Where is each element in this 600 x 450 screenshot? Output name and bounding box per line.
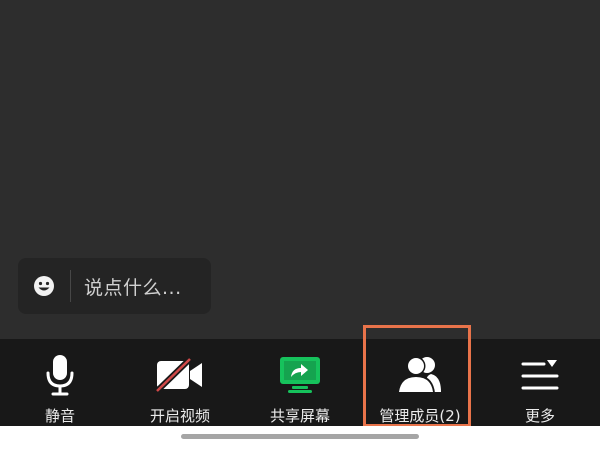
meeting-screen: 说点什么... 静音 开启视频 共享屏幕 管理成员(2) 更多 [0, 0, 600, 450]
more-menu-icon [521, 359, 559, 389]
share-screen-button[interactable]: 共享屏幕 [240, 339, 360, 426]
chat-divider [70, 270, 71, 302]
meeting-toolbar: 静音 开启视频 共享屏幕 管理成员(2) 更多 [0, 339, 600, 426]
start-video-button[interactable]: 开启视频 [120, 339, 240, 426]
video-camera-off-icon [154, 356, 202, 393]
mute-label: 静音 [44, 407, 75, 425]
start-video-label: 开启视频 [149, 407, 210, 425]
mute-button[interactable]: 静音 [0, 339, 120, 426]
share-screen-label: 共享屏幕 [269, 407, 330, 425]
more-label: 更多 [524, 407, 555, 425]
more-button[interactable]: 更多 [480, 339, 600, 426]
home-indicator[interactable] [181, 434, 419, 439]
chat-placeholder[interactable]: 说点什么... [84, 273, 182, 300]
members-highlight-box [363, 325, 471, 427]
share-screen-icon [280, 356, 320, 393]
emoji-button[interactable] [18, 258, 70, 314]
microphone-icon [46, 354, 74, 395]
chat-input-bar[interactable]: 说点什么... [18, 258, 211, 314]
smiley-icon [34, 276, 54, 296]
